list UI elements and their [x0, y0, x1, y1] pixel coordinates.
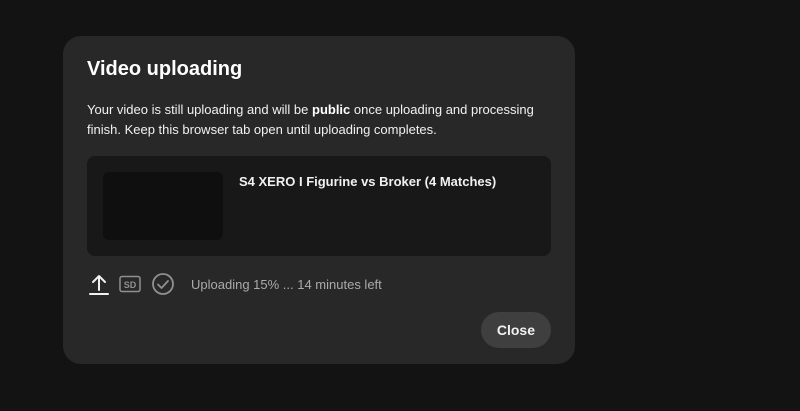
video-thumbnail — [103, 172, 223, 240]
upload-status-row: SD Uploading 15% ... 14 minutes left — [87, 272, 382, 296]
close-button[interactable]: Close — [480, 312, 551, 348]
sd-badge-icon: SD — [119, 275, 141, 293]
sd-badge-label: SD — [124, 280, 137, 290]
dialog-description: Your video is still uploading and will b… — [87, 100, 547, 140]
description-text-start: Your video is still uploading and will b… — [87, 102, 312, 117]
upload-progress-text: Uploading 15% ... 14 minutes left — [191, 276, 382, 292]
upload-dialog: Video uploading Your video is still uplo… — [63, 36, 575, 364]
video-card: S4 XERO I Figurine vs Broker (4 Matches) — [87, 156, 551, 256]
visibility-label: public — [312, 102, 351, 117]
video-title: S4 XERO I Figurine vs Broker (4 Matches) — [239, 174, 497, 189]
check-circle-icon — [151, 272, 175, 296]
dialog-title: Video uploading — [87, 58, 243, 80]
upload-icon — [87, 272, 111, 296]
